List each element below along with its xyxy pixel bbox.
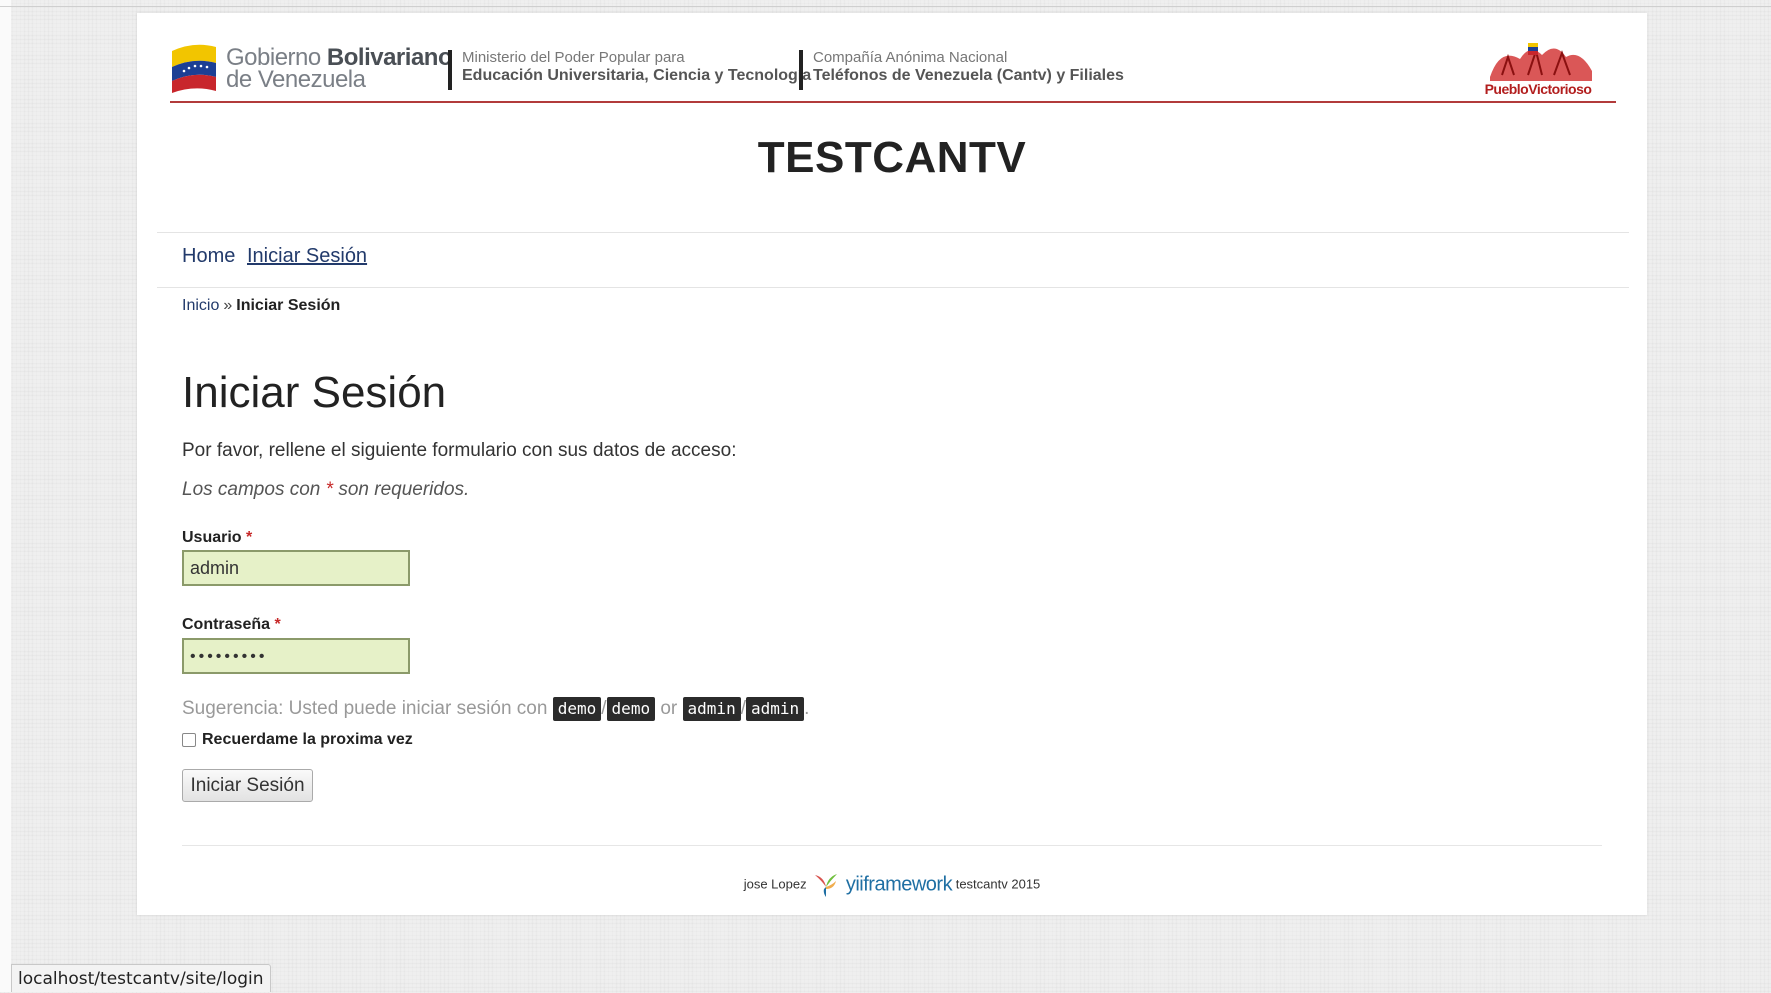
- window-left-gutter: [0, 0, 11, 992]
- gobierno-bolivariano-logo-text: Gobierno Bolivariano de Venezuela: [226, 44, 453, 93]
- login-hint: Sugerencia: Usted puede iniciar sesión c…: [182, 697, 810, 721]
- yii-framework-link[interactable]: yiiframework: [846, 874, 953, 896]
- remember-me-label[interactable]: Recuerdame la proxima vez: [202, 731, 413, 749]
- ministry-line-2: Educación Universitaria, Ciencia y Tecno…: [462, 67, 812, 84]
- breadcrumb-home-link[interactable]: Inicio: [182, 297, 219, 314]
- menu-item-login[interactable]: Iniciar Sesión: [247, 245, 367, 268]
- hint-demo-pass: demo: [606, 697, 656, 721]
- main-menu: Home Iniciar Sesión: [157, 232, 1629, 288]
- site-title: TESTCANTV: [757, 133, 1027, 182]
- banner-separator: [448, 50, 452, 90]
- hint-admin-pass: admin: [745, 697, 805, 721]
- yii-logo-icon: [815, 874, 838, 897]
- company-line-2: Teléfonos de Venezuela (Cantv) y Filiale…: [813, 67, 1124, 84]
- menu-item-home[interactable]: Home: [182, 245, 235, 268]
- login-submit-button[interactable]: Iniciar Sesión: [182, 769, 313, 802]
- company-line-1: Compañía Anónima Nacional: [813, 49, 1008, 66]
- password-label: Contraseña *: [182, 616, 281, 633]
- remember-me-checkbox[interactable]: [182, 733, 196, 747]
- footer: jose Lopez yiiframework testcantv 2015: [137, 871, 1647, 899]
- password-input[interactable]: •••••••••: [182, 638, 410, 674]
- breadcrumb: Inicio» Iniciar Sesión: [182, 297, 340, 315]
- username-label: Usuario *: [182, 529, 253, 546]
- hint-admin-user: admin: [682, 697, 741, 721]
- footer-divider: [182, 845, 1602, 846]
- form-intro-text: Por favor, rellene el siguiente formular…: [182, 440, 737, 461]
- hint-demo-user: demo: [552, 697, 602, 721]
- username-input[interactable]: [182, 550, 410, 586]
- browser-status-bar: localhost/testcantv/site/login: [11, 964, 271, 992]
- remember-me-row: Recuerdame la proxima vez: [182, 731, 413, 749]
- breadcrumb-current: Iniciar Sesión: [236, 297, 341, 314]
- required-note: Los campos con * son requeridos.: [182, 479, 470, 500]
- pueblo-victorioso-logo-text: PuebloVictorioso: [1484, 81, 1592, 97]
- breadcrumb-separator: »: [223, 297, 233, 314]
- page-title: Iniciar Sesión: [182, 368, 447, 417]
- ministry-line-1: Ministerio del Poder Popular para: [462, 49, 685, 66]
- page-container: Gobierno Bolivariano de Venezuela Minist…: [137, 13, 1647, 915]
- government-banner: Gobierno Bolivariano de Venezuela Minist…: [170, 23, 1616, 103]
- venezuela-flag-icon: [172, 44, 216, 93]
- footer-suffix: testcantv 2015: [955, 876, 1041, 892]
- banner-separator: [799, 50, 803, 90]
- window-top-rule: [0, 6, 1771, 7]
- footer-author: jose Lopez: [743, 876, 807, 892]
